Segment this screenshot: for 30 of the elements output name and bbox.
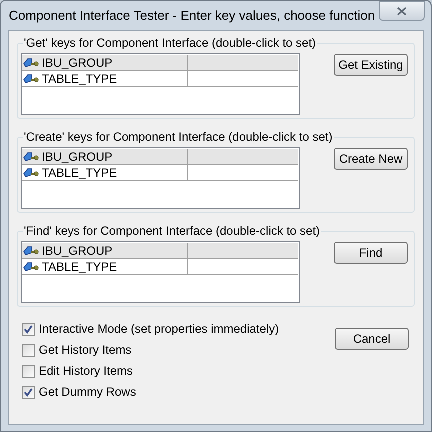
key-icon: [23, 167, 39, 178]
checkbox[interactable]: [22, 386, 35, 398]
key-icon: [23, 245, 39, 256]
close-icon: [397, 6, 407, 16]
key-row[interactable]: IBU_GROUP: [22, 243, 298, 259]
key-row[interactable]: IBU_GROUP: [22, 149, 298, 165]
group-label: 'Get' keys for Component Interface (double-click to set): [23, 35, 318, 51]
key-icon: [23, 57, 39, 68]
checkbox-label: Get Dummy Rows: [39, 384, 136, 401]
action-button[interactable]: Get Existing: [334, 54, 408, 76]
key-row[interactable]: TABLE_TYPE: [22, 259, 298, 275]
key-row[interactable]: TABLE_TYPE: [22, 165, 298, 181]
key-icon: [23, 151, 39, 162]
checkbox[interactable]: [22, 364, 35, 378]
key-icon: [23, 261, 39, 272]
key-row[interactable]: IBU_GROUP: [22, 55, 298, 71]
window-title: Component Interface Tester - Enter key values, choose function: [9, 6, 376, 25]
action-button[interactable]: Find: [334, 242, 408, 264]
checkbox[interactable]: [22, 344, 35, 356]
checkbox-label: Get History Items: [39, 342, 132, 359]
action-button[interactable]: Create New: [334, 148, 408, 170]
checkbox-label: Interactive Mode (set properties immediately): [39, 321, 280, 338]
key-icon: [23, 73, 39, 84]
checkbox[interactable]: [22, 322, 35, 336]
group-label: 'Find' keys for Component Interface (double-click to set): [23, 223, 322, 239]
key-row[interactable]: TABLE_TYPE: [22, 71, 298, 87]
cancel-button[interactable]: Cancel: [335, 328, 409, 350]
checkbox-label: Edit History Items: [39, 363, 134, 380]
group-label: 'Create' keys for Component Interface (double-click to set): [23, 129, 334, 145]
close-button[interactable]: [379, 1, 425, 21]
